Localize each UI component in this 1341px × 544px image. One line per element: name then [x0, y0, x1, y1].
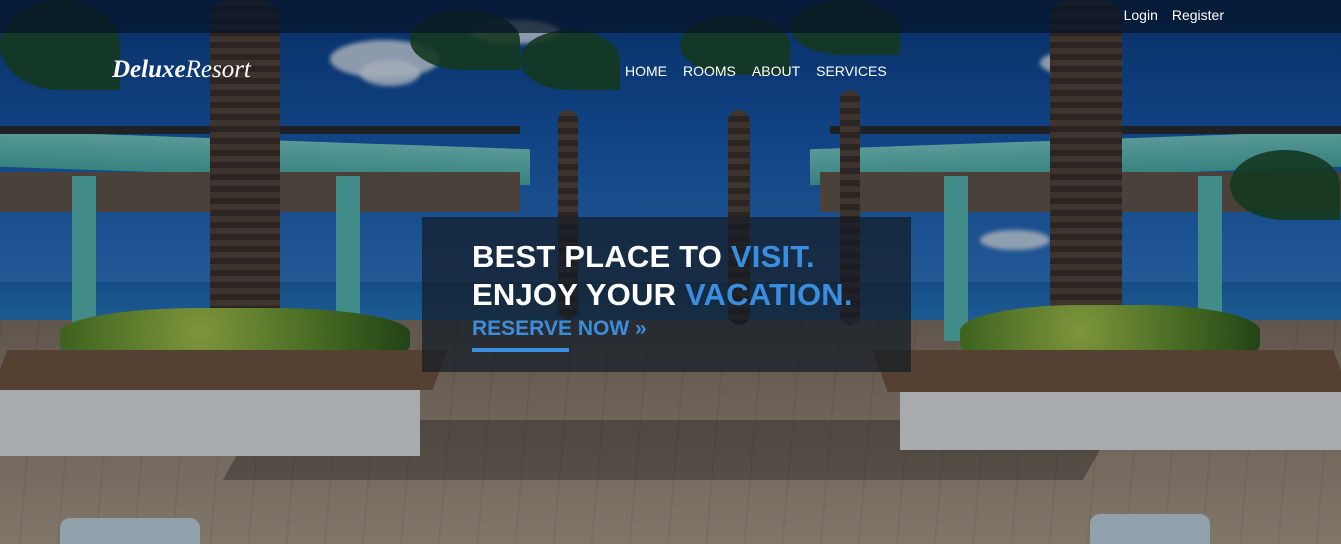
reserve-underline: [472, 348, 569, 352]
headline-line2: ENJOY YOUR: [472, 277, 685, 312]
login-link[interactable]: Login: [1124, 7, 1158, 23]
account-links: Login Register: [1124, 7, 1224, 23]
nav-item-home[interactable]: HOME: [625, 63, 667, 79]
headline-line1: BEST PLACE TO: [472, 239, 731, 274]
register-link[interactable]: Register: [1172, 7, 1224, 23]
logo-part-resort: Resort: [185, 56, 251, 83]
nav-item-services[interactable]: SERVICES: [816, 63, 887, 79]
reserve-now-button[interactable]: RESERVE NOW »: [472, 317, 647, 341]
nav-item-about[interactable]: ABOUT: [752, 63, 800, 79]
hero-headline: BEST PLACE TO VISIT. ENJOY YOUR VACATION…: [472, 238, 853, 314]
headline-line2-accent: VACATION.: [684, 277, 853, 312]
reserve-now-label: RESERVE NOW: [472, 317, 630, 340]
nav-item-rooms[interactable]: ROOMS: [683, 63, 736, 79]
headline-line1-accent: VISIT.: [730, 239, 815, 274]
site-logo[interactable]: DeluxeResort: [112, 56, 251, 84]
hero-callout: BEST PLACE TO VISIT. ENJOY YOUR VACATION…: [422, 217, 911, 372]
main-nav: HOME ROOMS ABOUT SERVICES: [625, 63, 887, 79]
top-bar: Login Register: [0, 0, 1341, 33]
logo-part-deluxe: Deluxe: [112, 56, 186, 83]
double-chevron-right-icon: »: [635, 317, 647, 340]
